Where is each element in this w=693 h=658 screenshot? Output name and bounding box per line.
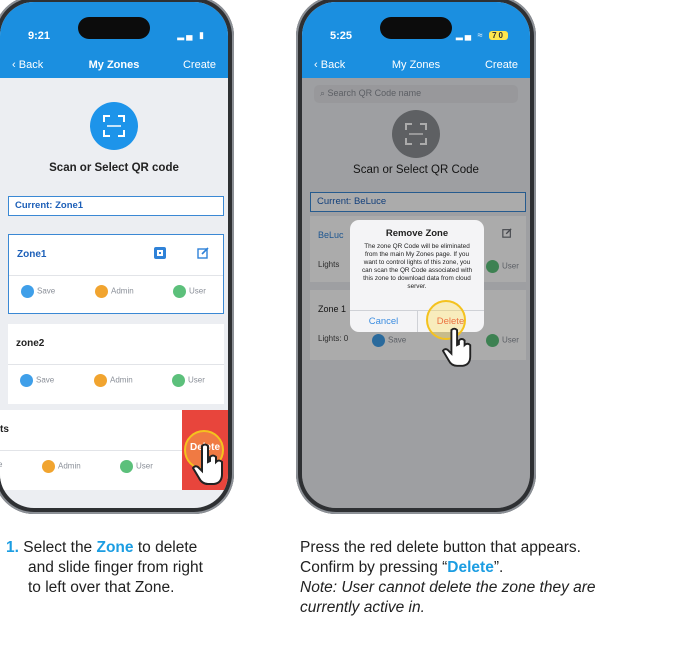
admin-label: Admin — [110, 375, 133, 385]
zone-highlight: Zone — [96, 539, 134, 556]
signal-battery-icons: ▂▄ ▮ — [177, 30, 206, 40]
admin-icon — [42, 460, 55, 473]
zone-card-zone1[interactable]: Zone1 Save Admin User — [8, 234, 224, 314]
user-button[interactable]: User — [173, 285, 206, 298]
qr-scan-button[interactable] — [90, 102, 138, 150]
zone-card-zone2[interactable]: zone2 Save Admin User — [8, 324, 224, 404]
hand-pointer-icon — [192, 443, 223, 485]
zone-name: Zone1 — [17, 249, 47, 260]
save-button[interactable]: Save — [21, 285, 55, 298]
save-icon — [21, 285, 34, 298]
admin-label: Admin — [111, 286, 134, 296]
battery-level: 70 — [489, 31, 508, 40]
user-button[interactable]: User — [172, 374, 205, 387]
divider — [8, 364, 224, 365]
qr-code-icon[interactable] — [153, 246, 167, 260]
phone-right-screen: 5:25 ▂▄ ≈ 70 ‹ Back My Zones Create ⌕ Se… — [302, 2, 530, 508]
caption-step-2: Press the red delete button that appears… — [300, 538, 693, 618]
dialog-message: The zone QR Code will be eliminated from… — [361, 243, 473, 290]
caption-note: currently active in. — [300, 598, 693, 618]
save-button[interactable]: e — [0, 460, 2, 469]
current-zone-box: Current: Zone1 — [8, 196, 224, 216]
status-time: 9:21 — [28, 30, 51, 42]
phone-left-screen: 9:21 ▂▄ ▮ ‹ Back My Zones Create Scan or… — [0, 2, 228, 508]
note-line: currently active in. — [300, 599, 425, 616]
user-icon — [172, 374, 185, 387]
caption-line: Press the red delete button that appears… — [300, 539, 581, 556]
user-icon — [173, 285, 186, 298]
zone-name: zone2 — [16, 338, 45, 349]
divider — [0, 450, 182, 451]
caption-text: to delete — [133, 539, 198, 556]
scan-label: Scan or Select QR code — [49, 162, 179, 174]
dynamic-island — [380, 17, 452, 39]
admin-icon — [95, 285, 108, 298]
note-line: Note: User cannot delete the zone they a… — [300, 579, 596, 596]
save-label: Save — [36, 375, 55, 385]
phone-left: 9:21 ▂▄ ▮ ‹ Back My Zones Create Scan or… — [0, 0, 234, 514]
signal-wifi-battery-icons: ▂▄ ≈ 70 — [456, 30, 508, 41]
edit-icon[interactable] — [197, 247, 209, 259]
caption-step-1: 1. Select the Zone to delete and slide f… — [6, 538, 203, 598]
admin-label: Admin — [58, 461, 81, 471]
caption-note: Note: User cannot delete the zone they a… — [300, 578, 693, 598]
caption-line: and slide finger from right — [28, 559, 203, 576]
user-button[interactable]: User — [120, 460, 153, 473]
save-button[interactable]: Save — [20, 374, 54, 387]
scan-area[interactable]: Scan or Select QR code — [0, 78, 228, 186]
status-time: 5:25 — [330, 30, 353, 42]
delete-highlight: Delete — [447, 559, 494, 576]
zone-card-swiped[interactable]: ts e Admin User — [0, 410, 182, 490]
caption-line: Confirm by pressing “Delete”. — [300, 558, 693, 578]
zone-name: ts — [0, 424, 9, 435]
admin-button[interactable]: Admin — [94, 374, 133, 387]
hand-pointer-icon — [442, 327, 472, 367]
step-number: 1. — [6, 539, 19, 556]
save-icon — [20, 374, 33, 387]
admin-button[interactable]: Admin — [42, 460, 81, 473]
user-label: User — [136, 461, 153, 471]
nav-bar: ‹ Back My Zones Create — [0, 54, 228, 78]
save-label: Save — [37, 286, 56, 296]
cancel-button[interactable]: Cancel — [350, 316, 417, 327]
create-button[interactable]: Create — [183, 59, 216, 71]
caption-text: ”. — [493, 559, 504, 576]
caption-line: to left over that Zone. — [28, 579, 175, 596]
user-icon — [120, 460, 133, 473]
scan-icon — [103, 115, 125, 137]
caption-line: 1. Select the Zone to delete — [6, 538, 203, 558]
divider — [9, 275, 223, 276]
caption-text: Confirm by pressing “ — [300, 559, 448, 576]
dialog-title: Remove Zone — [385, 228, 449, 239]
caption-text: Select the — [23, 539, 97, 556]
save-label: e — [0, 460, 3, 469]
create-button[interactable]: Create — [485, 59, 518, 71]
dynamic-island — [78, 17, 150, 39]
user-label: User — [188, 375, 205, 385]
admin-icon — [94, 374, 107, 387]
phone-right: 5:25 ▂▄ ≈ 70 ‹ Back My Zones Create ⌕ Se… — [296, 0, 536, 514]
nav-bar: ‹ Back My Zones Create — [302, 54, 530, 78]
user-label: User — [189, 286, 206, 296]
admin-button[interactable]: Admin — [95, 285, 134, 298]
